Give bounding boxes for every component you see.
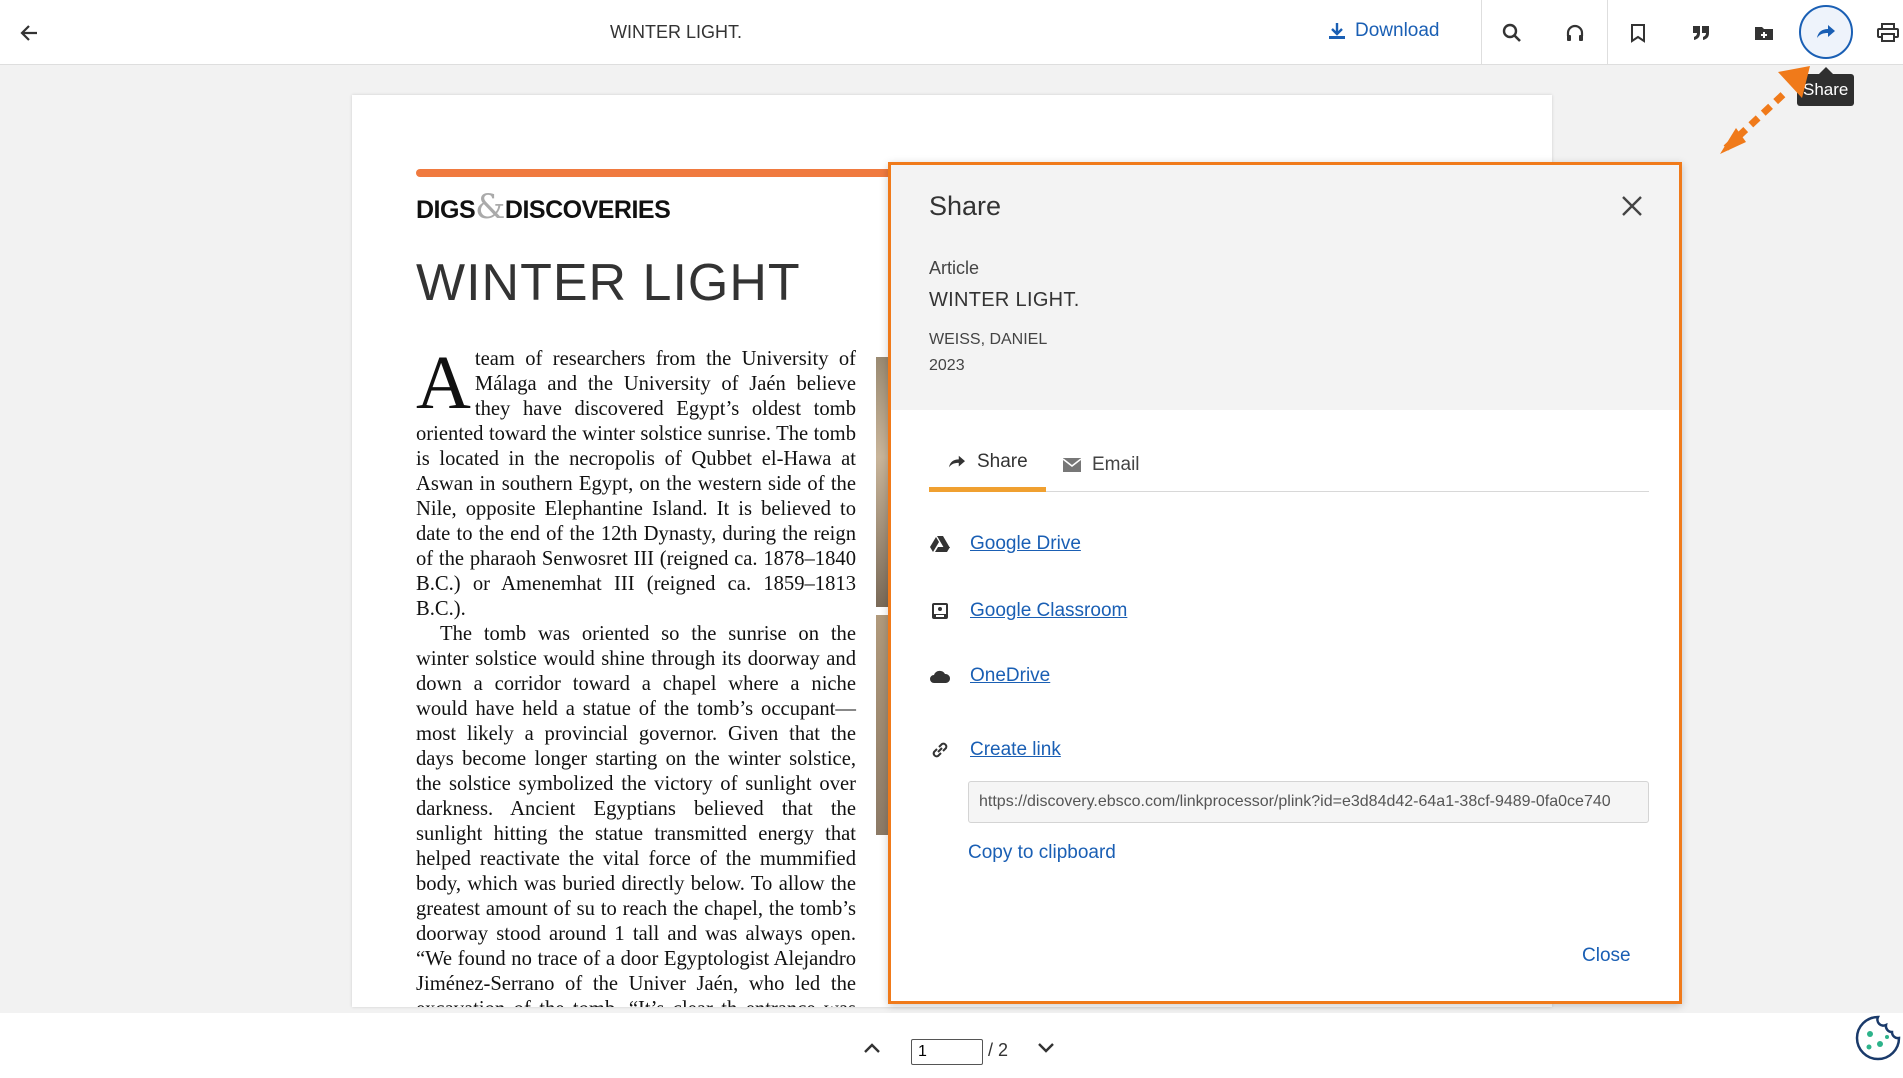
top-toolbar: WINTER LIGHT. Download: [0, 0, 1903, 65]
item-author: WEISS, DANIEL: [929, 331, 1048, 348]
print-button[interactable]: [1872, 17, 1903, 49]
close-button[interactable]: Close: [1582, 945, 1631, 967]
headphones-icon: [1566, 24, 1584, 41]
cloud-icon: [929, 665, 951, 687]
google-classroom-icon: [929, 600, 951, 622]
article-body: Ateam of researchers from the University…: [416, 341, 856, 1007]
search-button[interactable]: [1496, 17, 1528, 49]
search-icon: [1502, 23, 1521, 42]
share-option-google-classroom[interactable]: Google Classroom: [929, 600, 1127, 622]
add-folder-icon: [1755, 27, 1773, 40]
section-heading-part: DISCOVERIES: [504, 196, 671, 224]
tab-label: Share: [977, 451, 1028, 472]
copy-to-clipboard-button[interactable]: Copy to clipboard: [968, 842, 1116, 864]
dialog-title: Share: [929, 191, 1002, 221]
annotation-arrow-icon: [1720, 66, 1810, 154]
paragraph: The tomb was oriented so the sunrise on …: [416, 623, 856, 1007]
section-heading: DIGS&DISCOVERIES: [416, 187, 671, 227]
bookmark-button[interactable]: [1622, 17, 1654, 49]
download-button[interactable]: Download: [1327, 20, 1440, 42]
create-link-button[interactable]: Create link: [970, 739, 1061, 761]
paragraph: Ateam of researchers from the University…: [416, 341, 856, 622]
quote-icon: [1693, 26, 1709, 40]
add-to-folder-button[interactable]: [1748, 17, 1780, 49]
link-icon: [929, 739, 951, 761]
share-option-create-link[interactable]: Create link: [929, 739, 1061, 761]
previous-page-button[interactable]: [860, 1036, 884, 1060]
share-url-field[interactable]: [968, 781, 1649, 823]
chevron-down-icon: [1038, 1043, 1054, 1053]
share-tabs: Share Email: [929, 437, 1649, 492]
toolbar-divider: [1607, 0, 1608, 65]
close-icon: [1622, 196, 1642, 216]
drop-cap: A: [416, 341, 471, 425]
envelope-icon: [1062, 457, 1082, 472]
listen-button[interactable]: [1559, 17, 1591, 49]
tab-label: Email: [1092, 453, 1140, 475]
paragraph-text: team of researchers from the University …: [416, 348, 856, 620]
tab-share[interactable]: Share: [929, 437, 1046, 492]
page-number-input[interactable]: [911, 1039, 983, 1065]
google-drive-link[interactable]: Google Drive: [970, 533, 1081, 555]
page-total: / 2: [988, 1040, 1009, 1060]
share-icon: [949, 455, 965, 468]
cookie-settings-icon[interactable]: [1854, 1014, 1902, 1062]
share-option-onedrive[interactable]: OneDrive: [929, 665, 1050, 687]
next-page-button[interactable]: [1034, 1036, 1058, 1060]
cite-button[interactable]: [1685, 17, 1717, 49]
item-year: 2023: [929, 357, 965, 374]
share-button[interactable]: [1799, 5, 1853, 59]
share-dialog: Share Article WINTER LIGHT. WEISS, DANIE…: [888, 162, 1682, 1004]
section-heading-amp: &: [475, 187, 505, 227]
share-option-google-drive[interactable]: Google Drive: [929, 533, 1081, 555]
dialog-close-button[interactable]: [1615, 189, 1649, 223]
onedrive-link[interactable]: OneDrive: [970, 665, 1050, 687]
section-heading-part: DIGS: [416, 196, 476, 224]
print-icon: [1877, 23, 1899, 42]
bookmark-icon: [1631, 24, 1645, 43]
chevron-up-icon: [864, 1043, 880, 1053]
google-classroom-link[interactable]: Google Classroom: [970, 600, 1127, 622]
item-type: Article: [929, 258, 980, 278]
document-title: WINTER LIGHT.: [609, 22, 742, 42]
toolbar-divider: [1481, 0, 1482, 65]
download-icon: [1329, 23, 1345, 39]
tab-email[interactable]: Email: [1044, 437, 1158, 492]
google-drive-icon: [929, 533, 951, 555]
section-rule: [416, 169, 906, 177]
dialog-header: Share Article WINTER LIGHT. WEISS, DANIE…: [891, 165, 1679, 410]
item-title: WINTER LIGHT.: [929, 289, 1080, 311]
share-icon: [1817, 25, 1835, 38]
article-heading: WINTER LIGHT: [416, 254, 801, 312]
download-label: Download: [1355, 20, 1440, 41]
